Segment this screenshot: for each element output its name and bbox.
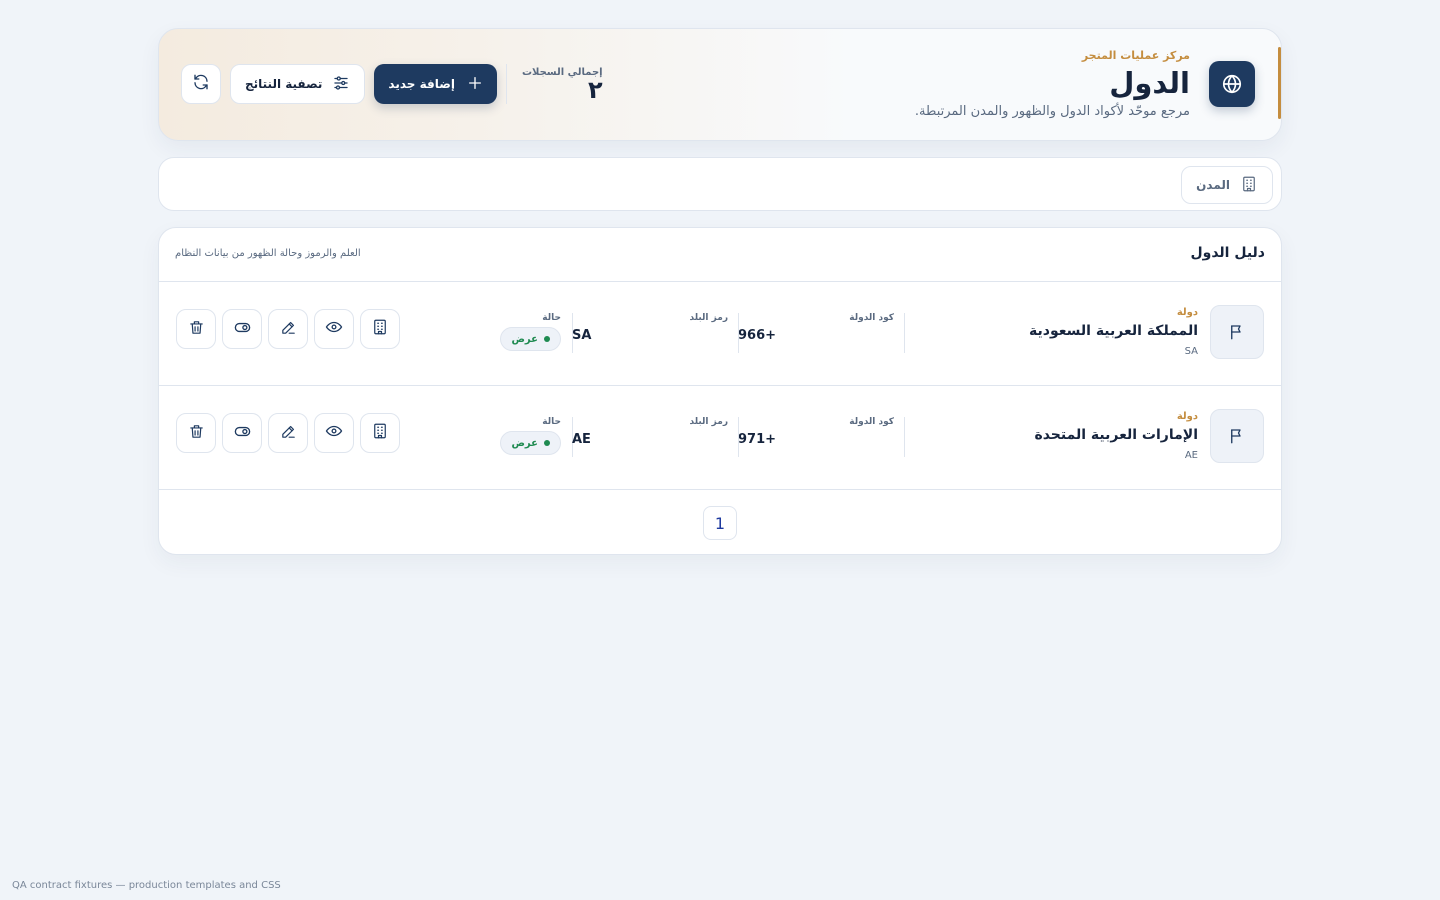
delete-button[interactable] [176,309,216,349]
country-name: المملكة العربية السعودية [1029,323,1198,339]
dial-code-value: 966+ [738,328,777,343]
dial-code-field: كود الدولة 971+ [738,417,894,447]
tab-cities-label: المدن [1196,178,1230,192]
refresh-button[interactable] [181,64,221,104]
status-text: عرض [511,333,538,345]
row-actions [176,413,400,453]
country-iso: AE [1184,450,1198,461]
dial-code-label: كود الدولة [849,313,894,323]
plus-icon [467,75,483,94]
country-name: الإمارات العربية المتحدة [1034,427,1198,443]
tab-cities[interactable]: المدن [1181,166,1273,204]
view-button[interactable] [314,413,354,453]
toggle-visibility-button[interactable] [222,309,262,349]
total-records-stat: إجمالي السجلات ٢ [516,67,603,102]
country-code-field: رمز البلد SA [572,313,728,343]
edit-button[interactable] [268,309,308,349]
section-tabs: المدن [158,157,1282,211]
page-button-current[interactable]: 1 [703,506,737,540]
status-badge: عرض [500,327,561,351]
eye-icon [325,318,343,340]
row-divider [904,417,905,457]
page-container: مركز عمليات المتجر الدول مرجع موحّد لأكو… [158,28,1282,555]
eye-icon [325,422,343,444]
status-dot [544,336,550,342]
dial-code-value: 971+ [738,432,777,447]
status-dot [544,440,550,446]
country-row: دولة الإمارات العربية المتحدة AE كود الد… [159,386,1281,490]
row-divider [904,313,905,353]
trash-icon [188,423,205,444]
country-code-label: رمز البلد [689,417,729,427]
dial-code-field: كود الدولة 966+ [738,313,894,343]
building-icon [1240,175,1258,196]
filter-results-button[interactable]: تصفية النتائج [230,64,366,104]
status-label: حالة [542,313,561,323]
country-code-label: رمز البلد [689,313,729,323]
row-divider [738,417,739,457]
sliders-icon [332,74,350,95]
pagination: 1 [159,506,1281,540]
cities-button[interactable] [360,309,400,349]
country-row: دولة المملكة العربية السعودية SA كود الد… [159,282,1281,386]
status-label: حالة [542,417,561,427]
row-divider [738,313,739,353]
toggle-icon [233,318,252,341]
row-actions [176,309,400,349]
header-eyebrow: مركز عمليات المتجر [1081,49,1190,62]
row-type: دولة [1176,307,1198,318]
dial-code-label: كود الدولة [849,417,894,427]
country-code-value: AE [572,432,591,447]
row-type: دولة [1176,411,1198,422]
header-divider [505,64,507,104]
header-actions: تصفية النتائج إضافة جديد إجمالي السجلات … [181,64,603,104]
page-subtitle: مرجع موحّد لأكواد الدول والظهور والمدن ا… [914,104,1190,119]
country-iso: SA [1184,346,1198,357]
globe-icon [1209,61,1255,107]
delete-button[interactable] [176,413,216,453]
status-badge: عرض [500,431,561,455]
refresh-icon [192,73,210,95]
edit-button[interactable] [268,413,308,453]
total-records-value: ٢ [587,75,603,104]
status-field: حالة عرض [500,313,561,351]
add-new-button[interactable]: إضافة جديد [374,64,497,104]
directory-title: دليل الدول [1190,245,1265,261]
toggle-visibility-button[interactable] [222,413,262,453]
pencil-icon [280,423,297,444]
page-title: الدول [1109,66,1190,100]
cities-button[interactable] [360,413,400,453]
directory-subtitle: العلم والرموز وحالة الظهور من بيانات الن… [175,248,361,259]
building-icon [371,422,389,444]
toggle-icon [233,422,252,445]
flag-icon [1210,305,1264,359]
building-icon [371,318,389,340]
add-button-label: إضافة جديد [388,77,455,91]
country-code-value: SA [572,328,592,343]
countries-directory: دليل الدول العلم والرموز وحالة الظهور من… [158,227,1282,555]
page-header: مركز عمليات المتجر الدول مرجع موحّد لأكو… [158,28,1282,141]
view-button[interactable] [314,309,354,349]
country-code-field: رمز البلد AE [572,417,728,447]
header-accent-bar [1278,47,1281,119]
footer-note: QA contract fixtures — production templa… [12,880,281,891]
filter-button-label: تصفية النتائج [245,77,323,91]
directory-header: دليل الدول العلم والرموز وحالة الظهور من… [159,228,1281,282]
pencil-icon [280,319,297,340]
trash-icon [188,319,205,340]
status-field: حالة عرض [500,417,561,455]
status-text: عرض [511,437,538,449]
flag-icon [1210,409,1264,463]
